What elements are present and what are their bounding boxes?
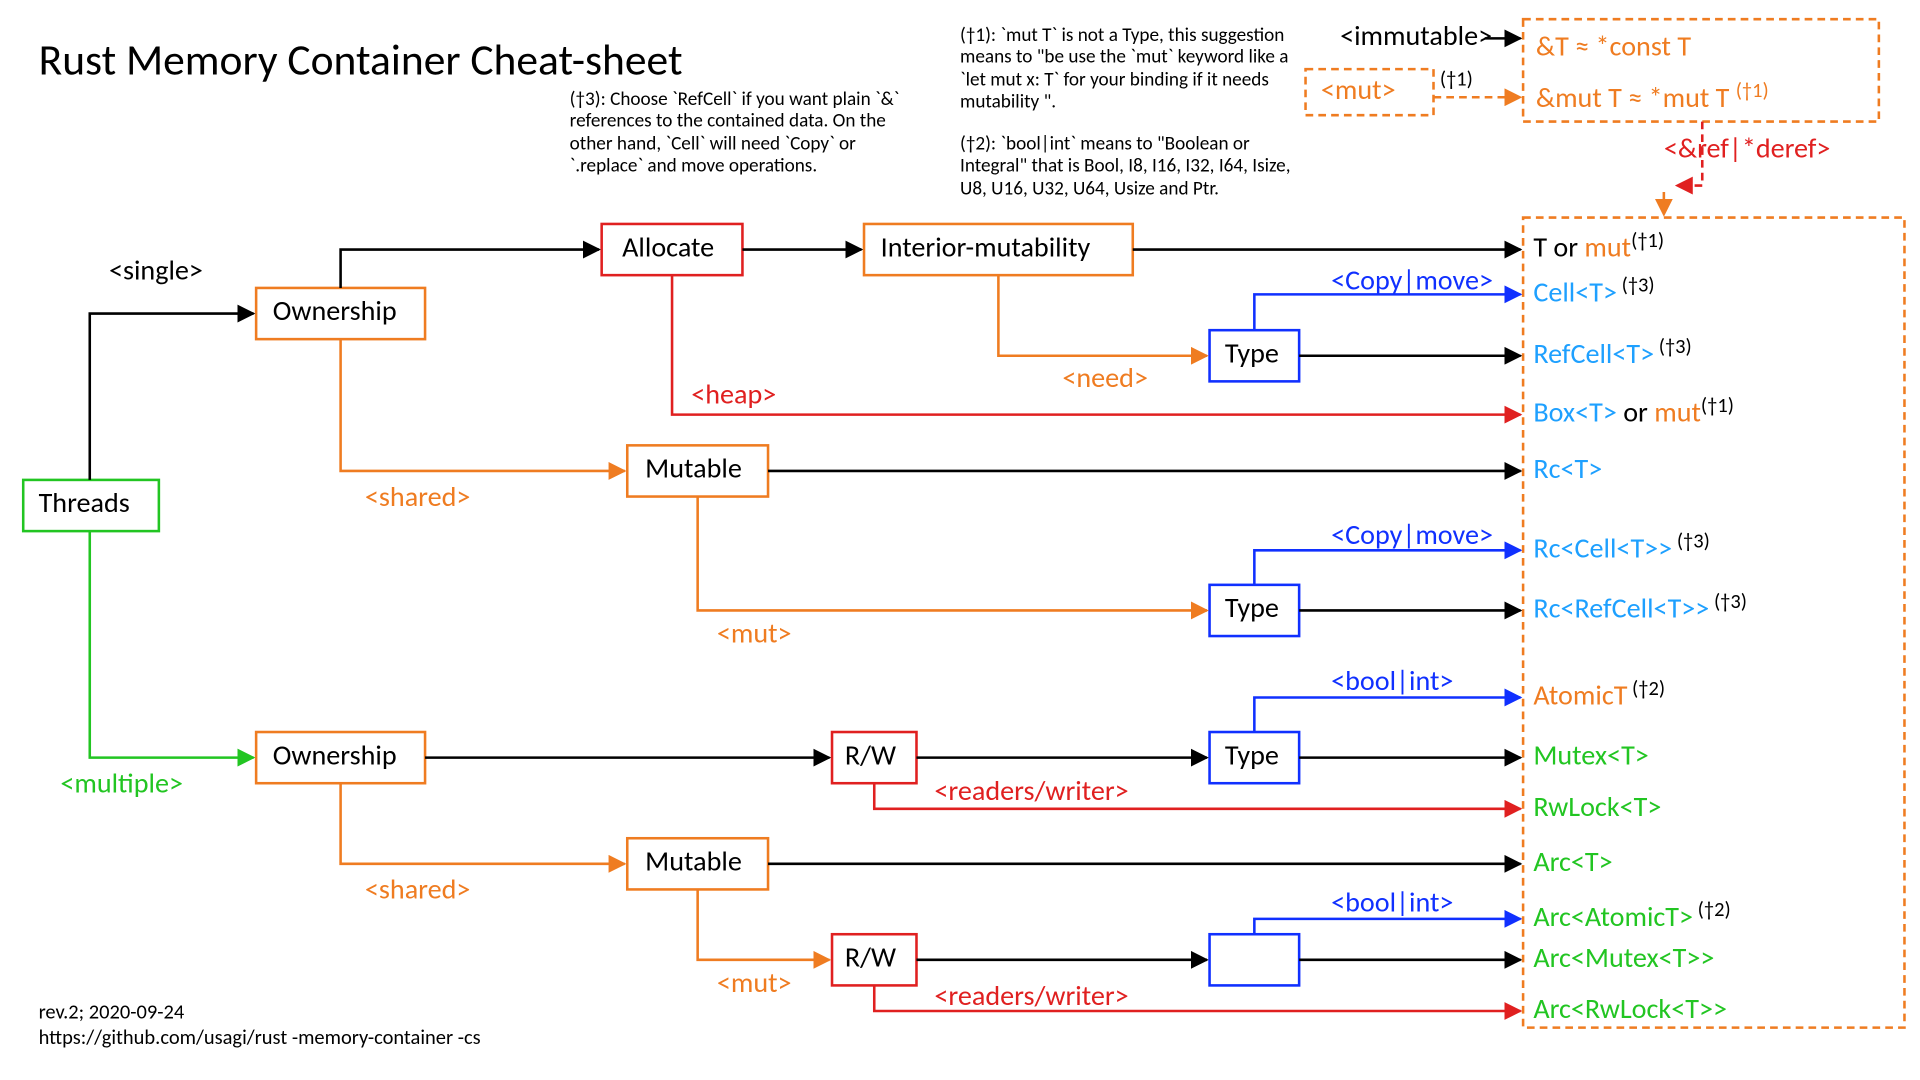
svg-text:Mutable: Mutable: [645, 451, 742, 486]
svg-text:<& reference>: <& reference>: [1321, 572, 1484, 607]
svg-text:<&ref|*deref>: <&ref|*deref>: [1664, 131, 1831, 166]
node-allocate: Allocate: [602, 224, 743, 275]
result-2: RefCell<T> (†3): [1533, 335, 1691, 371]
svg-text:<any>: <any>: [1321, 719, 1390, 754]
svg-text:<shared>: <shared>: [365, 479, 471, 514]
result-11: Arc<AtomicT> (†2): [1533, 898, 1730, 934]
svg-text:<unique>: <unique>: [444, 719, 552, 754]
svg-text:<immutable>: <immutable>: [787, 433, 939, 468]
result-3: Box<T> or mut(†1): [1533, 394, 1734, 430]
svg-text:&mut T ≈ *mut T (†1): &mut T ≈ *mut T (†1): [1536, 79, 1769, 115]
footer-rev: rev.2; 2020-09-24: [39, 1000, 185, 1024]
svg-text:Type: Type: [1225, 737, 1279, 772]
svg-text:<mut>: <mut>: [717, 965, 792, 1000]
svg-text:Interior-mutability: Interior-mutability: [881, 229, 1091, 264]
svg-text:<Copy|move>: <Copy|move>: [1331, 517, 1493, 552]
svg-text:<immutable>: <immutable>: [787, 828, 939, 863]
node-ownership-1: Ownership: [256, 288, 425, 339]
node-type-3: Type: [1210, 732, 1300, 783]
node-type-2: Type: [1210, 585, 1300, 636]
node-int-mut: Interior-mutability: [864, 224, 1133, 275]
result-12: Arc<Mutex<T>>: [1533, 940, 1714, 975]
result-6: Rc<RefCell<T>> (†3): [1533, 590, 1747, 626]
svg-text:<shared>: <shared>: [365, 872, 471, 907]
result-0: T or mut(†1): [1533, 229, 1664, 265]
svg-text:<unique>: <unique>: [365, 210, 473, 245]
result-5: Rc<Cell<T>> (†3): [1533, 530, 1709, 566]
svg-text:<bool|int>: <bool|int>: [1331, 885, 1453, 920]
svg-text:R/W: R/W: [845, 940, 896, 975]
node-ownership-2: Ownership: [256, 732, 425, 783]
results: T or mut(†1) Cell<T> (†3) RefCell<T> (†3) B…: [1533, 229, 1747, 1026]
note-t3: (†3): Choose `RefCell` if you want plain…: [570, 90, 928, 178]
node-threads: Threads: [23, 480, 159, 531]
svg-text:R/W: R/W: [845, 737, 896, 772]
svg-text:Type: Type: [1225, 335, 1279, 370]
svg-text:<stack>: <stack>: [764, 210, 850, 245]
result-9: RwLock<T>: [1533, 789, 1661, 824]
svg-text:<reader/writer>: <reader/writer>: [934, 719, 1118, 754]
result-1: Cell<T> (†3): [1533, 274, 1654, 310]
svg-text:<readers/writer>: <readers/writer>: [934, 978, 1128, 1013]
result-4: Rc<T>: [1533, 451, 1602, 486]
svg-text:Ownership: Ownership: [273, 737, 397, 772]
result-7: AtomicT (†2): [1533, 677, 1665, 713]
svg-text:<heap>: <heap>: [691, 376, 776, 411]
svg-text:(†1): (†1): [1440, 68, 1473, 92]
svg-text:<reader/writer>: <reader/writer>: [934, 922, 1118, 957]
result-13: Arc<RwLock<T>>: [1533, 991, 1727, 1026]
svg-text:Ownership: Ownership: [273, 293, 397, 328]
svg-text:<not need>: <not need>: [1165, 210, 1296, 245]
node-rw-1: R/W: [832, 732, 916, 783]
svg-text:Mutable: Mutable: [645, 844, 742, 879]
node-mutable-1: Mutable: [627, 445, 768, 496]
svg-text:<immutable>: <immutable>: [1340, 18, 1492, 53]
svg-text:<multiple>: <multiple>: [60, 765, 183, 800]
svg-text:<any>: <any>: [1321, 924, 1390, 959]
svg-text:Type: Type: [1225, 590, 1279, 625]
node-rw-2: R/W: [832, 934, 916, 985]
svg-text:<bool|int>: <bool|int>: [1331, 663, 1453, 698]
page-title: Rust Memory Container Cheat-sheet: [39, 33, 683, 86]
svg-text:<readers/writer>: <readers/writer>: [934, 773, 1128, 808]
svg-text:Threads: Threads: [39, 485, 130, 520]
note-t2: (†2): `bool|int` means to "Boolean or In…: [960, 134, 1318, 200]
svg-text:Allocate: Allocate: [622, 229, 714, 264]
svg-text:<& reference>: <& reference>: [1321, 318, 1484, 353]
note-t1: (†1): `mut T` is not a Type, this sugges…: [960, 26, 1293, 114]
result-10: Arc<T>: [1533, 844, 1612, 879]
svg-text:&T ≈ *const T: &T ≈ *const T: [1536, 28, 1691, 63]
svg-text:<single>: <single>: [109, 252, 203, 287]
footer-url: https://github.com/usagi/rust -memory-co…: [39, 1026, 481, 1050]
result-8: Mutex<T>: [1533, 737, 1648, 772]
node-mutable-2: Mutable: [627, 838, 768, 889]
node-type-1: Type: [1210, 330, 1300, 381]
svg-text:<mut>: <mut>: [717, 616, 792, 651]
svg-text:<Copy|move>: <Copy|move>: [1331, 263, 1493, 298]
svg-text:<mut>: <mut>: [1321, 72, 1396, 107]
svg-text:<need>: <need>: [1062, 360, 1148, 395]
legend-block: <mut> (†1) <immutable> &T ≈ *const T &mu…: [1306, 18, 1879, 185]
